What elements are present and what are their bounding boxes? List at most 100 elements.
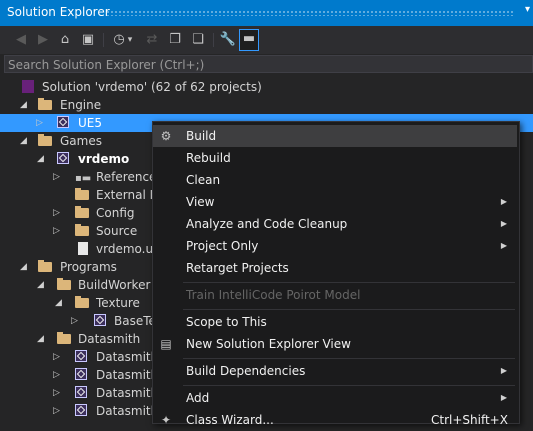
menu-item-label: Project Only <box>186 239 259 253</box>
cpp-project-icon <box>75 368 87 380</box>
home-icon[interactable]: ⌂ <box>56 31 74 49</box>
menu-item-label: Scope to This <box>186 315 267 329</box>
expanded-chevron-icon[interactable]: ◢ <box>55 294 65 312</box>
expanded-chevron-icon[interactable]: ◢ <box>20 132 30 150</box>
sync-icon[interactable]: ⇄ <box>143 31 161 49</box>
menu-item-label: View <box>186 195 215 209</box>
submenu-arrow-icon: ▶ <box>500 219 507 228</box>
cpp-project-icon <box>94 314 106 326</box>
menu-item-rebuild[interactable]: Rebuild <box>153 147 517 169</box>
menu-item-add[interactable]: Add ▶ <box>153 387 517 409</box>
collapsed-chevron-icon[interactable]: ▷ <box>53 366 63 384</box>
menu-item-shortcut: Ctrl+Shift+X <box>431 413 508 427</box>
collapse-all-icon[interactable]: ❐ <box>166 31 184 49</box>
menu-item-retarget[interactable]: Retarget Projects <box>153 257 517 279</box>
folder-open-icon <box>57 332 71 344</box>
panel-titlebar[interactable]: Solution Explorer ▾ <box>0 0 533 26</box>
build-icon: ⚙ <box>160 129 172 143</box>
file-icon <box>78 242 88 255</box>
submenu-arrow-icon: ▶ <box>500 393 507 402</box>
tree-item-label: Datasmith <box>96 404 159 418</box>
menu-item-label: Add <box>186 391 210 405</box>
tree-item-label: Games <box>60 134 102 148</box>
properties-icon[interactable]: 🔧 <box>219 31 237 49</box>
menu-item-view[interactable]: View ▶ <box>153 191 517 213</box>
collapsed-chevron-icon[interactable]: ▷ <box>36 114 46 132</box>
preview-icon[interactable]: ▬ <box>239 29 259 51</box>
cpp-project-icon <box>75 386 87 398</box>
menu-separator <box>183 282 515 283</box>
menu-item-label: Build Dependencies <box>186 364 306 378</box>
cpp-project-icon <box>75 404 87 416</box>
tree-item-label: Datasmith <box>96 350 159 364</box>
folder-open-icon <box>75 296 89 308</box>
expanded-chevron-icon[interactable]: ◢ <box>20 96 30 114</box>
menu-item-new-view[interactable]: ▤ New Solution Explorer View <box>153 333 517 355</box>
panel-menu-icon[interactable]: ▾ <box>525 4 530 15</box>
back-icon[interactable]: ◀ <box>12 31 30 49</box>
menu-item-label: Clean <box>186 173 221 187</box>
submenu-arrow-icon: ▶ <box>500 197 507 206</box>
collapsed-chevron-icon[interactable]: ▷ <box>53 168 63 186</box>
toolbar-separator <box>103 33 104 47</box>
menu-item-scope[interactable]: Scope to This <box>153 311 517 333</box>
menu-item-clean[interactable]: Clean <box>153 169 517 191</box>
cpp-project-icon <box>75 350 87 362</box>
menu-item-build-deps[interactable]: Build Dependencies ▶ <box>153 360 517 382</box>
titlebar-grip <box>106 10 515 16</box>
menu-item-train-intellicode: Train IntelliCode Poirot Model <box>153 284 517 306</box>
cpp-project-icon <box>57 116 69 128</box>
class-wizard-icon: ✦ <box>160 413 172 427</box>
switch-views-icon[interactable]: ▣ <box>79 31 97 49</box>
collapsed-chevron-icon[interactable]: ▷ <box>71 312 81 330</box>
dropdown-icon[interactable]: ▾ <box>125 31 135 49</box>
context-menu: ⚙ Build Rebuild Clean View ▶ Analyze and… <box>152 121 520 427</box>
menu-item-class-wizard[interactable]: ✦ Class Wizard... Ctrl+Shift+X <box>153 409 517 431</box>
menu-item-label: New Solution Explorer View <box>186 337 351 351</box>
external-dependencies-icon <box>75 188 89 200</box>
collapsed-chevron-icon[interactable]: ▷ <box>53 402 63 420</box>
tree-item-label: Source <box>96 224 138 238</box>
expanded-chevron-icon[interactable]: ◢ <box>37 276 47 294</box>
show-all-files-icon[interactable]: ❏ <box>189 31 207 49</box>
tree-item-engine[interactable]: ◢ Engine <box>0 96 533 114</box>
collapsed-chevron-icon[interactable]: ▷ <box>53 384 63 402</box>
menu-item-label: Analyze and Code Cleanup <box>186 217 348 231</box>
menu-separator <box>183 385 515 386</box>
menu-item-project-only[interactable]: Project Only ▶ <box>153 235 517 257</box>
toolbar-separator <box>213 33 214 47</box>
tree-item-label: Datasmith <box>96 368 159 382</box>
expanded-chevron-icon[interactable]: ◢ <box>37 330 47 348</box>
tree-item-label: Datasmith <box>96 386 159 400</box>
tree-item-label: vrdemo.up <box>96 242 161 256</box>
menu-item-build[interactable]: ⚙ Build <box>153 125 517 147</box>
folder-open-icon <box>38 260 52 272</box>
tree-item-solution[interactable]: Solution 'vrdemo' (62 of 62 projects) <box>0 78 533 96</box>
menu-item-label: Build <box>186 129 217 143</box>
forward-icon[interactable]: ▶ <box>34 31 52 49</box>
folder-open-icon <box>57 278 71 290</box>
tree-item-label: Programs <box>60 260 117 274</box>
tree-item-label: Datasmith <box>78 332 141 346</box>
expanded-chevron-icon[interactable]: ◢ <box>20 258 30 276</box>
collapsed-chevron-icon[interactable]: ▷ <box>53 204 63 222</box>
folder-icon <box>75 206 89 218</box>
expanded-chevron-icon[interactable]: ◢ <box>37 150 47 168</box>
cpp-project-icon <box>57 152 69 164</box>
tree-item-label: Engine <box>60 98 102 112</box>
menu-item-analyze[interactable]: Analyze and Code Cleanup ▶ <box>153 213 517 235</box>
references-icon: ▪▬ <box>75 173 92 184</box>
collapsed-chevron-icon[interactable]: ▷ <box>53 222 63 240</box>
tree-item-label: Config <box>96 206 135 220</box>
folder-open-icon <box>38 134 52 146</box>
folder-icon <box>75 224 89 236</box>
toolbar: ◀ ▶ ⌂ ▣ ◷ ▾ ⇄ ❐ ❏ 🔧 ▬ <box>0 26 533 54</box>
menu-separator <box>183 358 515 359</box>
submenu-arrow-icon: ▶ <box>500 241 507 250</box>
tree-item-label: UE5 <box>78 116 102 130</box>
panel-title: Solution Explorer <box>7 5 110 19</box>
menu-item-label: Rebuild <box>186 151 231 165</box>
search-input[interactable]: Search Solution Explorer (Ctrl+;) <box>4 55 533 73</box>
collapsed-chevron-icon[interactable]: ▷ <box>53 348 63 366</box>
menu-separator <box>183 309 515 310</box>
